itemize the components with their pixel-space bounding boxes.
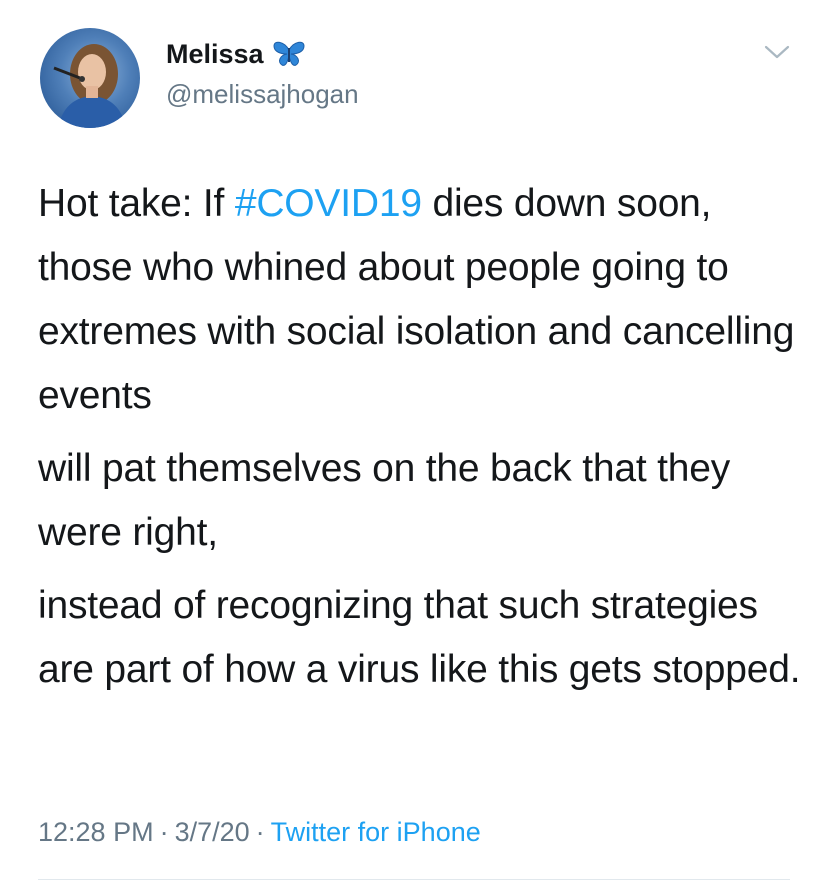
tweet-text: Hot take: If #COVID19 dies down soon, th…: [38, 172, 808, 711]
separator: ·: [159, 817, 169, 847]
separator: ·: [255, 817, 265, 847]
tweet-paragraph-2: will pat themselves on the back that the…: [38, 447, 731, 554]
tweet-text-segment: Hot take: If: [38, 182, 235, 225]
display-name[interactable]: Melissa: [166, 36, 264, 72]
avatar[interactable]: [40, 28, 140, 128]
avatar-photo: [53, 44, 126, 128]
tweet-paragraph-3: instead of recognizing that such strateg…: [38, 584, 801, 691]
hashtag-link[interactable]: #COVID19: [235, 182, 422, 225]
author-handle[interactable]: @melissajhogan: [166, 78, 359, 110]
source-link[interactable]: Twitter for iPhone: [271, 817, 481, 847]
tweet-date[interactable]: 3/7/20: [175, 817, 250, 847]
tweet-card: Melissa @melissajhogan Hot take: If #COV…: [0, 0, 828, 885]
chevron-down-icon[interactable]: [762, 40, 792, 64]
tweet-time[interactable]: 12:28 PM: [38, 817, 154, 847]
tweet-metadata: 12:28 PM · 3/7/20 · Twitter for iPhone: [38, 812, 481, 852]
tweet-paragraph-1: Hot take: If #COVID19 dies down soon, th…: [38, 172, 808, 428]
butterfly-icon: [272, 40, 306, 68]
divider: [38, 879, 790, 880]
author-name-row[interactable]: Melissa: [166, 36, 306, 72]
